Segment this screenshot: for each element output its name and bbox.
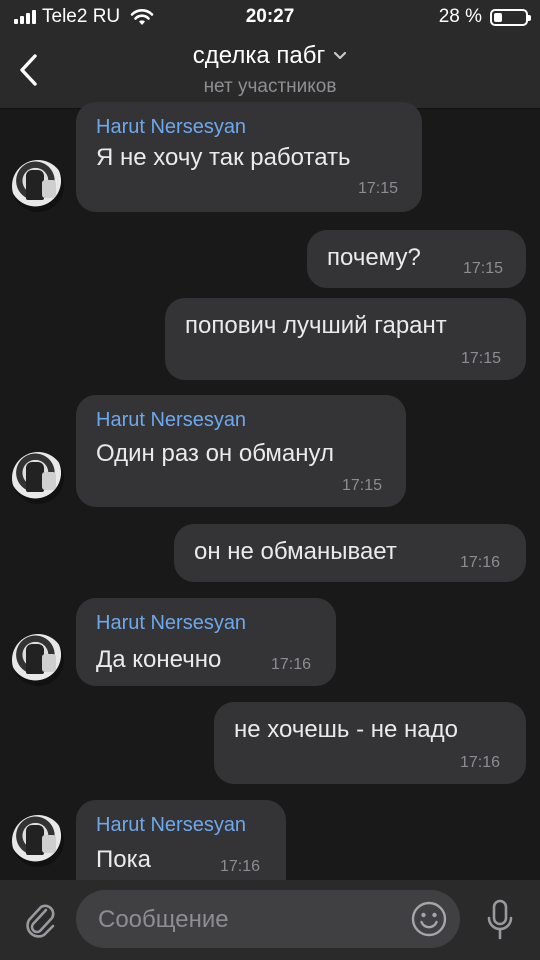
avatar[interactable] <box>12 634 64 686</box>
battery-percent: 28 % <box>438 6 482 27</box>
message-text: Один раз он обманул <box>96 440 334 467</box>
chevron-down-icon[interactable] <box>333 51 347 61</box>
message-text: почему? <box>327 244 421 271</box>
sender-name[interactable]: Harut Nersesyan <box>96 612 246 635</box>
message-bubble-incoming[interactable]: Harut Nersesyan Один раз он обманул 17:1… <box>76 395 406 507</box>
message-time: 17:16 <box>271 656 312 673</box>
avatar[interactable] <box>12 452 64 504</box>
battery-status: 28 % <box>438 6 531 28</box>
message-bubble-outgoing[interactable]: попович лучший гарант 17:15 <box>165 298 526 380</box>
message-bubble-outgoing[interactable]: он не обманывает 17:16 <box>174 524 526 582</box>
message-time: 17:15 <box>358 180 399 197</box>
message-bubble-incoming[interactable]: Harut Nersesyan Да конечно 17:16 <box>76 598 336 686</box>
message-list[interactable]: Harut Nersesyan Я не хочу так работать 1… <box>0 102 540 900</box>
message-text: Да конечно <box>96 646 222 673</box>
signal-icon <box>14 10 36 24</box>
microphone-icon <box>487 899 513 940</box>
message-input[interactable] <box>96 890 400 950</box>
message-text: Пока <box>96 846 151 873</box>
message-time: 17:15 <box>461 350 502 367</box>
wifi-icon <box>130 9 154 25</box>
avatar[interactable] <box>12 160 64 212</box>
message-text: Я не хочу так работать <box>96 144 351 171</box>
chat-title-row[interactable]: сделка пабг <box>193 42 347 70</box>
message-time: 17:15 <box>342 477 383 494</box>
composer-bar <box>0 880 540 960</box>
message-field[interactable] <box>76 890 460 950</box>
message-time: 17:16 <box>460 754 501 771</box>
chat-subtitle: нет участников <box>203 76 337 97</box>
message-bubble-outgoing[interactable]: почему? 17:15 <box>307 230 526 288</box>
emoji-icon[interactable] <box>410 900 448 938</box>
chat-header: сделка пабг нет участников <box>0 34 540 109</box>
message-time: 17:16 <box>460 554 501 571</box>
sender-name[interactable]: Harut Nersesyan <box>96 814 246 837</box>
sender-name[interactable]: Harut Nersesyan <box>96 409 246 432</box>
message-text: он не обманывает <box>194 538 397 565</box>
message-bubble-incoming[interactable]: Harut Nersesyan Я не хочу так работать 1… <box>76 102 422 212</box>
status-bar: Tele2 RU 20:27 28 % <box>0 0 540 34</box>
sender-name[interactable]: Harut Nersesyan <box>96 116 246 139</box>
message-text: попович лучший гарант <box>185 312 447 339</box>
message-time: 17:16 <box>220 858 261 875</box>
carrier: Tele2 RU <box>14 6 154 28</box>
attach-button[interactable] <box>18 896 62 944</box>
avatar[interactable] <box>12 815 64 867</box>
chat-title[interactable]: сделка пабг <box>193 42 325 70</box>
message-time: 17:15 <box>463 260 504 277</box>
microphone-button[interactable] <box>478 894 522 946</box>
battery-icon <box>490 8 531 26</box>
message-text: не хочешь - не надо <box>234 716 458 743</box>
chat-title-block[interactable]: сделка пабг нет участников <box>0 42 540 98</box>
carrier-name: Tele2 RU <box>42 6 121 27</box>
paperclip-icon <box>26 904 55 938</box>
message-bubble-outgoing[interactable]: не хочешь - не надо 17:16 <box>214 702 526 784</box>
